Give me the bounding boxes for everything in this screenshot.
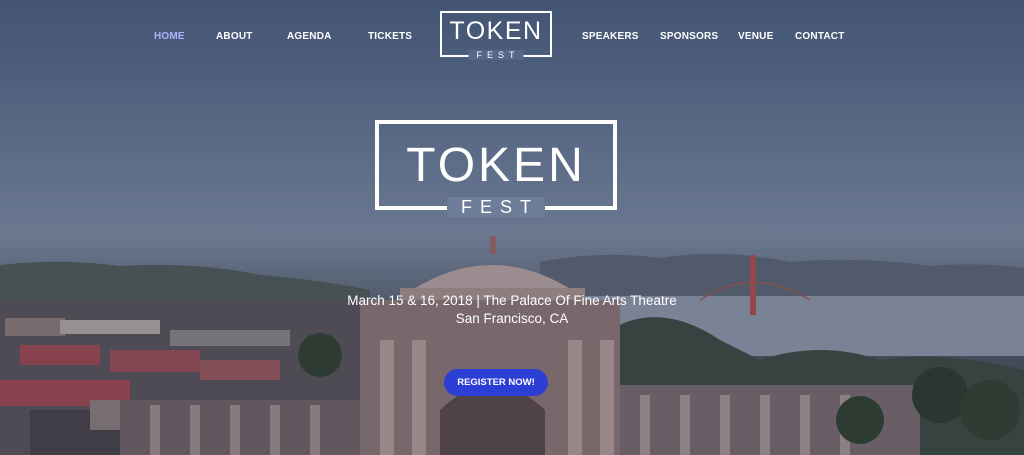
nav-agenda[interactable]: AGENDA — [287, 31, 332, 42]
nav-sponsors[interactable]: SPONSORS — [660, 31, 718, 42]
hero-logo: TOKEN FEST — [375, 120, 617, 217]
hero-logo-sub: FEST — [446, 197, 546, 217]
event-location: San Francisco, CA — [455, 311, 569, 326]
event-date-venue: March 15 & 16, 2018 | The Palace Of Fine… — [347, 293, 677, 308]
nav-logo-word: TOKEN — [449, 17, 543, 45]
nav-venue[interactable]: VENUE — [738, 31, 773, 42]
nav-logo-sub: FEST — [468, 50, 524, 60]
hero-section: HOME ABOUT AGENDA TICKETS TOKEN FEST SPE… — [0, 0, 1024, 455]
nav-about[interactable]: ABOUT — [216, 31, 253, 42]
nav-logo[interactable]: TOKEN FEST — [440, 11, 552, 60]
nav-speakers[interactable]: SPEAKERS — [582, 31, 639, 42]
nav-tickets[interactable]: TICKETS — [368, 31, 412, 42]
hero-logo-word: TOKEN — [406, 139, 586, 192]
top-navigation: HOME ABOUT AGENDA TICKETS TOKEN FEST SPE… — [0, 0, 1024, 72]
nav-home[interactable]: HOME — [154, 31, 185, 42]
nav-contact[interactable]: CONTACT — [795, 31, 845, 42]
register-now-button[interactable]: REGISTER NOW! — [444, 369, 548, 396]
